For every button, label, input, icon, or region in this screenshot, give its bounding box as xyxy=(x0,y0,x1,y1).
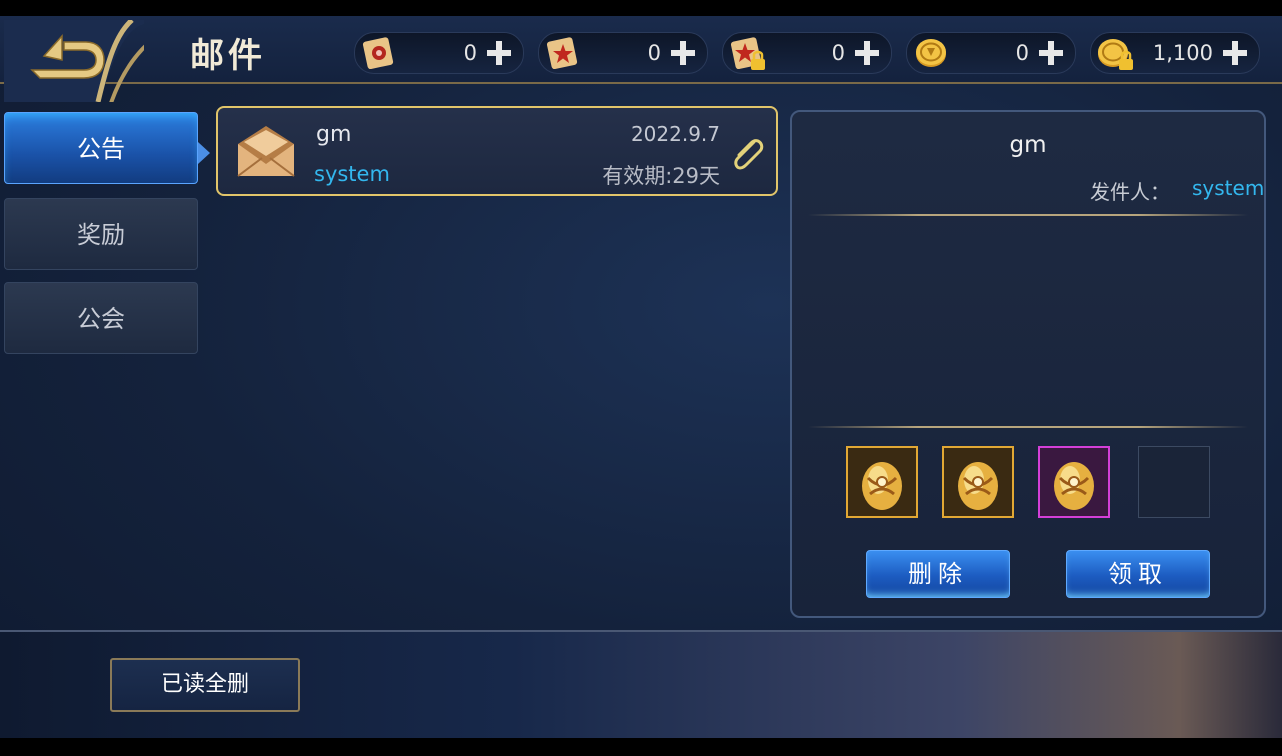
golden-egg-icon xyxy=(1054,462,1094,510)
golden-egg-icon xyxy=(862,462,902,510)
tab-reward[interactable]: 奖励 xyxy=(4,198,198,270)
resource-gold-coin-locked: 1,100 xyxy=(1090,32,1260,74)
scroll-red-seal-icon xyxy=(362,37,394,70)
scroll-star-icon xyxy=(546,37,578,70)
mail-expiry: 有效期:29天 xyxy=(602,164,720,188)
delete-all-read-button[interactable]: 已读全删 xyxy=(110,658,300,712)
plus-icon[interactable] xyxy=(485,39,513,67)
resource-value: 0 xyxy=(831,41,845,65)
tab-announcement[interactable]: 公告 xyxy=(4,112,198,184)
resource-scroll-red: 0 xyxy=(354,32,524,74)
attachment-slot[interactable] xyxy=(1038,446,1110,518)
resource-scroll-locked: 0 xyxy=(722,32,892,74)
sender-label: 发件人： xyxy=(1090,180,1170,204)
divider xyxy=(808,426,1248,428)
mail-screen: 邮件 0 0 0 0 1,100 公告 奖励 公会 gm system 2022… xyxy=(0,16,1282,738)
mail-sender: system xyxy=(314,162,390,186)
sender-value: system xyxy=(1192,176,1265,200)
detail-title: gm xyxy=(1009,132,1047,158)
resource-value: 0 xyxy=(1015,41,1029,65)
paperclip-icon xyxy=(734,139,764,170)
resource-scroll-star: 0 xyxy=(538,32,708,74)
delete-button[interactable]: 删除 xyxy=(866,550,1010,598)
plus-icon[interactable] xyxy=(1221,39,1249,67)
bottom-bar: 已读全删 xyxy=(0,630,1282,738)
resource-gold-coin: 0 xyxy=(906,32,1076,74)
mail-list-item[interactable]: gm system 2022.9.7 有效期:29天 xyxy=(216,106,778,196)
claim-button[interactable]: 领取 xyxy=(1066,550,1210,598)
top-bar: 邮件 0 0 0 0 1,100 xyxy=(0,16,1282,102)
resource-value: 0 xyxy=(463,41,477,65)
golden-egg-icon xyxy=(958,462,998,510)
divider xyxy=(808,214,1248,216)
active-tab-arrow-icon xyxy=(198,142,210,164)
gold-coin-icon xyxy=(916,39,946,67)
empty-attachment-slot xyxy=(1138,446,1210,518)
plus-icon[interactable] xyxy=(669,39,697,67)
plus-icon[interactable] xyxy=(1037,39,1065,67)
gold-coin-locked-icon xyxy=(1098,39,1133,70)
tab-guild[interactable]: 公会 xyxy=(4,282,198,354)
back-arrow-icon[interactable] xyxy=(4,20,144,102)
mail-detail-panel: gm 发件人： system 删除 领取 xyxy=(790,110,1266,618)
envelope-icon xyxy=(237,126,295,177)
attachment-slot[interactable] xyxy=(942,446,1014,518)
resource-value: 0 xyxy=(647,41,661,65)
scroll-locked-icon xyxy=(730,37,765,70)
attachment-slot[interactable] xyxy=(846,446,918,518)
plus-icon[interactable] xyxy=(853,39,881,67)
resource-value: 1,100 xyxy=(1152,41,1213,65)
back-button-area xyxy=(0,16,190,108)
mail-subject: gm xyxy=(316,122,352,147)
mail-date: 2022.9.7 xyxy=(630,122,720,146)
page-title: 邮件 xyxy=(190,36,266,76)
